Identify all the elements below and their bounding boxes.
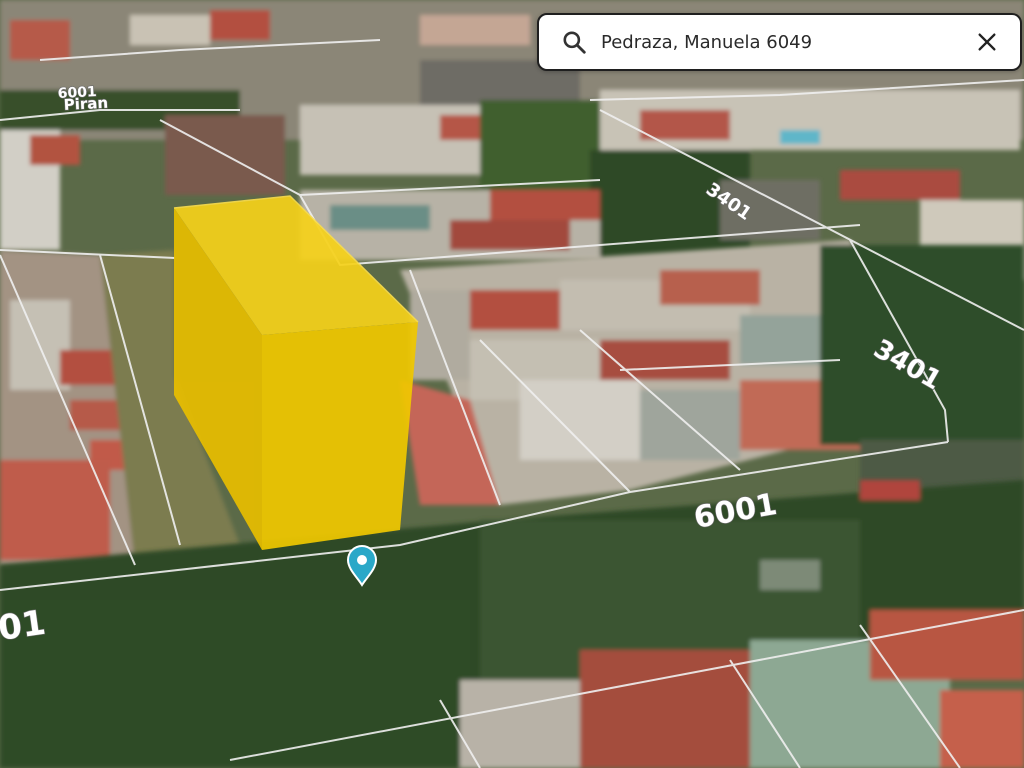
search-icon xyxy=(563,31,586,54)
close-icon[interactable] xyxy=(976,31,998,53)
building-side-face xyxy=(262,322,418,550)
satellite-map[interactable]: 6001 Piran 3401 3401 6001 01 xyxy=(0,0,1024,768)
search-query-text[interactable]: Pedraza, Manuela 6049 xyxy=(601,32,976,53)
search-bar[interactable]: Pedraza, Manuela 6049 xyxy=(537,13,1022,71)
street-name-label-piran: Piran xyxy=(63,94,108,114)
street-number-label-bottom-left: 01 xyxy=(0,603,48,649)
